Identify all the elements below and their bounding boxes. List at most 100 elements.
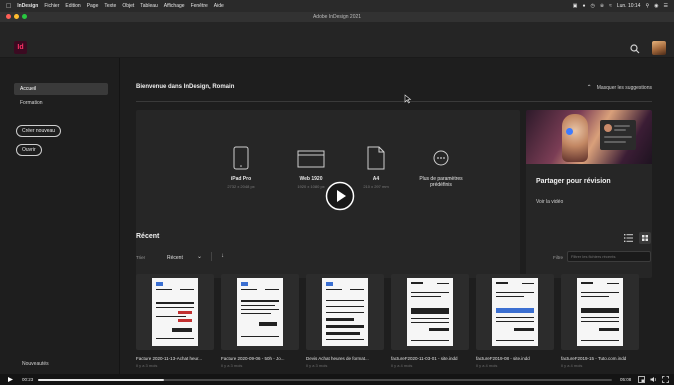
open-button[interactable]: Ouvrir xyxy=(16,144,42,156)
sort-select[interactable]: Récent xyxy=(167,255,183,261)
time-machine-icon[interactable]: ◷ xyxy=(591,3,595,9)
whats-new-link[interactable]: Nouveautés xyxy=(22,361,49,367)
recent-file[interactable]: Facture 2020-09-06 - 50h - Jo... Il y a … xyxy=(221,274,299,368)
play-video-icon[interactable] xyxy=(325,181,355,211)
share-preview-image xyxy=(526,110,652,164)
sort-label: Trier xyxy=(136,255,146,260)
recent-file[interactable]: factureF2019-15 - Tuto.com.indd Il y a 4… xyxy=(561,274,639,368)
preset-size: 2732 x 2048 px xyxy=(227,184,255,189)
portrait-shape xyxy=(562,114,588,162)
preset-label: Plus de paramètres prédéfinis xyxy=(419,176,463,188)
video-progress xyxy=(38,379,165,381)
siri-icon[interactable]: ◉ xyxy=(654,3,658,9)
spotlight-icon[interactable]: ⚲ xyxy=(645,3,649,9)
window-titlebar: Adobe InDesign 2021 xyxy=(0,12,674,22)
mouse-cursor-icon xyxy=(404,94,412,104)
file-name: Facture 2020-09-06 - 50h - Jo... xyxy=(221,356,285,361)
comment-line xyxy=(614,129,626,131)
file-thumbnail xyxy=(391,274,469,350)
menu-aide[interactable]: Aide xyxy=(214,3,224,9)
control-center-icon[interactable]: ☰ xyxy=(664,3,668,9)
menu-texte[interactable]: Texte xyxy=(104,3,116,9)
grid-view-icon[interactable] xyxy=(639,232,651,244)
sidebar-item-formation[interactable]: Formation xyxy=(14,97,108,109)
file-name: factureF2019-15 - Tuto.com.indd xyxy=(561,356,627,361)
menu-objet[interactable]: Objet xyxy=(122,3,134,9)
sidebar: Accueil Formation Créer nouveau Ouvrir N… xyxy=(0,58,120,374)
video-end-time: 05:08 xyxy=(620,377,632,382)
window-title: Adobe InDesign 2021 xyxy=(312,14,362,20)
file-date: Il y a 4 mois xyxy=(391,363,413,368)
file-name: Devis Achat heures de format... xyxy=(306,356,369,361)
hide-suggestions-toggle[interactable]: ⌃ Masquer les suggestions xyxy=(587,84,652,91)
file-name: factureF2020-11-03-01 - site.indd xyxy=(391,356,458,361)
recent-file[interactable]: Facture 2020-11-13-Achat heur... Il y a … xyxy=(136,274,214,368)
display-icon[interactable]: ▣ xyxy=(573,3,578,9)
document-icon xyxy=(367,146,385,170)
file-date: Il y a 3 mois xyxy=(221,363,243,368)
page-preview xyxy=(152,278,198,346)
hide-suggestions-label: Masquer les suggestions xyxy=(596,85,652,91)
volume-icon[interactable] xyxy=(650,376,657,383)
file-date: Il y a 4 mois xyxy=(561,363,583,368)
menu-tableau[interactable]: Tableau xyxy=(140,3,158,9)
chevron-down-icon[interactable]: ⌄ xyxy=(197,253,202,260)
tablet-icon xyxy=(233,146,249,170)
app-header: Id xyxy=(0,22,674,58)
menu-affichage[interactable]: Affichage xyxy=(164,3,185,9)
macos-menubar:  InDesign Fichier Edition Page Texte Ob… xyxy=(0,0,674,12)
picture-in-picture-icon[interactable] xyxy=(638,376,645,383)
filter-label: Filtre xyxy=(553,255,563,260)
play-icon[interactable] xyxy=(8,377,13,382)
chevron-up-icon: ⌃ xyxy=(586,85,592,91)
preset-ipad-pro[interactable]: iPad Pro 2732 x 2048 px xyxy=(211,146,271,189)
recent-file[interactable]: Devis Achat heures de format... Il y a 3… xyxy=(306,274,384,368)
file-thumbnail xyxy=(306,274,384,350)
sort-direction-icon[interactable]: ↓ xyxy=(221,253,224,259)
welcome-title: Bienvenue dans InDesign, Romain xyxy=(136,84,235,90)
user-avatar[interactable] xyxy=(652,41,666,55)
menubar-clock[interactable]: Lun. 10:14 xyxy=(617,3,641,9)
camera-icon[interactable]: ● xyxy=(582,3,585,9)
preset-a4[interactable]: A4 210 x 297 mm xyxy=(346,146,406,189)
comment-line xyxy=(604,141,626,143)
comment-line xyxy=(614,125,630,127)
create-new-button[interactable]: Créer nouveau xyxy=(16,125,62,137)
preset-label: A4 xyxy=(372,176,380,182)
video-scrubber[interactable] xyxy=(38,379,612,381)
recent-files-grid: Facture 2020-11-13-Achat heur... Il y a … xyxy=(136,274,656,374)
menu-page[interactable]: Page xyxy=(87,3,99,9)
recent-file[interactable]: factureF2020-11-03-01 - site.indd Il y a… xyxy=(391,274,469,368)
divider xyxy=(211,252,212,261)
page-preview xyxy=(407,278,453,346)
apple-icon[interactable]:  xyxy=(6,3,11,10)
menu-fenetre[interactable]: Fenêtre xyxy=(191,3,208,9)
recent-file[interactable]: factureF2019-08 - site.indd Il y a 4 moi… xyxy=(476,274,554,368)
menu-fichier[interactable]: Fichier xyxy=(44,3,59,9)
share-title: Partager pour révision xyxy=(536,178,611,185)
web-page-icon xyxy=(297,150,325,168)
sidebar-item-accueil[interactable]: Accueil xyxy=(14,83,108,95)
page-preview xyxy=(577,278,623,346)
preset-more[interactable]: Plus de paramètres prédéfinis xyxy=(411,146,471,188)
list-view-icon[interactable] xyxy=(624,234,633,242)
menu-edition[interactable]: Edition xyxy=(65,3,80,9)
page-preview xyxy=(237,278,283,346)
wifi-icon[interactable]: ≈ xyxy=(609,3,612,9)
filter-input[interactable] xyxy=(567,251,651,262)
search-icon[interactable] xyxy=(630,44,640,54)
comment-bubble xyxy=(600,120,636,150)
recent-heading: Récent xyxy=(136,233,160,240)
file-date: Il y a 4 mois xyxy=(476,363,498,368)
menu-app[interactable]: InDesign xyxy=(17,3,38,9)
file-name: factureF2019-08 - site.indd xyxy=(476,356,530,361)
comment-line xyxy=(604,136,632,138)
menubar-status: ▣ ● ◷ ※ ≈ Lun. 10:14 ⚲ ◉ ☰ xyxy=(573,0,668,12)
page-preview xyxy=(322,278,368,346)
bluetooth-icon[interactable]: ※ xyxy=(600,3,604,9)
fullscreen-icon[interactable] xyxy=(662,376,669,383)
main-content: Bienvenue dans InDesign, Romain ⌃ Masquer… xyxy=(121,58,674,374)
presets-panel: iPad Pro 2732 x 2048 px Web 1920 1920 x … xyxy=(136,110,520,278)
file-thumbnail xyxy=(136,274,214,350)
watch-video-link[interactable]: Voir la vidéo xyxy=(536,199,563,205)
